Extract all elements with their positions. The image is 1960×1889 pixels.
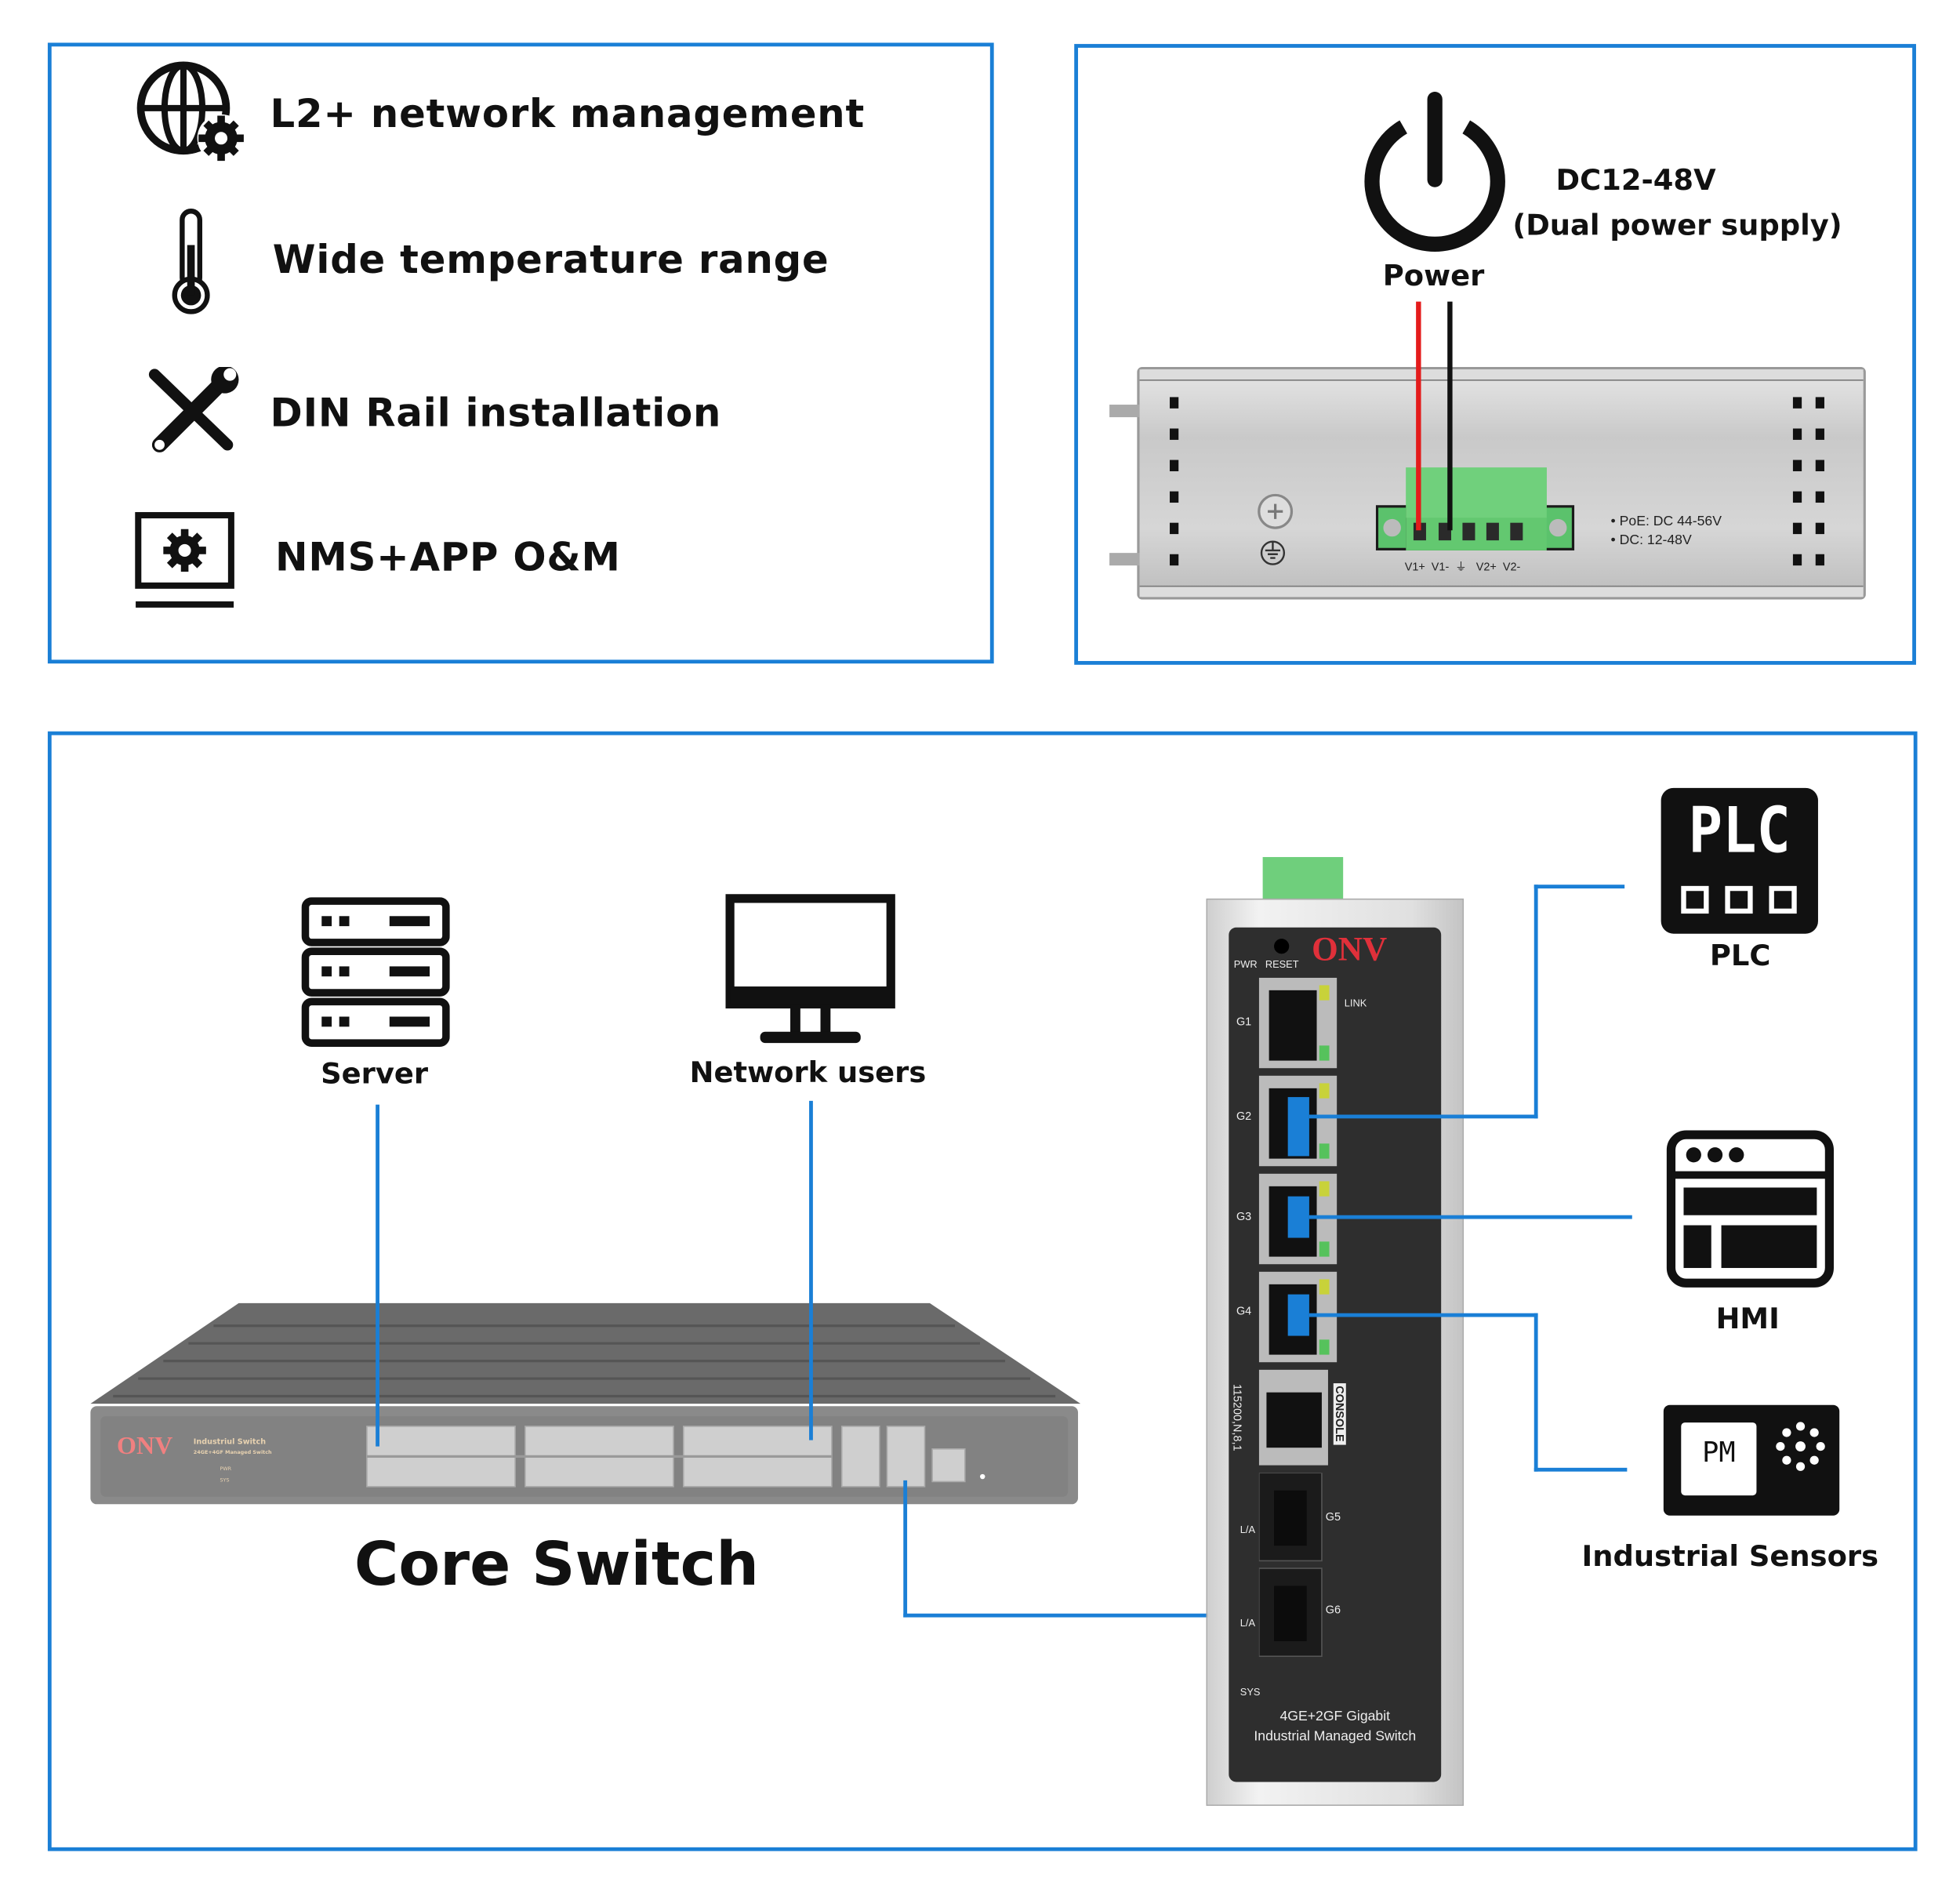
hmi-icon: [1666, 1130, 1834, 1288]
core-switch-label: Core Switch: [354, 1529, 760, 1600]
server-link: [376, 1104, 379, 1447]
terminal-v2-plus: V2+: [1475, 560, 1497, 573]
plc-label: PLC: [1709, 939, 1771, 973]
users-link: [809, 1100, 813, 1440]
plc-icon: PLC: [1661, 787, 1818, 934]
spec-poe: • PoE: DC 44-56V: [1610, 514, 1722, 529]
plc-icon-text: PLC: [1688, 794, 1791, 867]
globe-gear-icon: [136, 61, 245, 162]
spec-poe-text: PoE: DC 44-56V: [1619, 514, 1722, 529]
port-g1-label: G1: [1236, 1015, 1252, 1028]
dual-supply-label: (Dual power supply): [1512, 209, 1842, 243]
device-model-line2: Industrial Managed Switch: [1254, 1729, 1417, 1745]
sensor-link-h2: [1534, 1467, 1628, 1472]
hmi-label: HMI: [1715, 1302, 1780, 1336]
reset-label: RESET: [1265, 958, 1299, 971]
spec-dc: • DC: 12-48V: [1610, 532, 1692, 548]
core-switch-brand: ONV: [117, 1432, 173, 1461]
port-g5-label: G5: [1325, 1510, 1341, 1524]
port-g3-label: G3: [1236, 1210, 1252, 1223]
mount-screw: [1109, 553, 1140, 566]
server-icon: [301, 897, 450, 1047]
hmi-link: [1308, 1215, 1632, 1219]
core-switch-title: Industriul Switch: [193, 1437, 267, 1447]
reset-button: [1274, 939, 1290, 954]
red-wire: [1416, 301, 1421, 531]
sfp-ports: [1258, 1473, 1323, 1658]
terminal-v1-plus: V1+: [1404, 560, 1425, 573]
network-users-label: Network users: [689, 1056, 927, 1090]
monitor-icon: [725, 894, 895, 1044]
core-switch-led-pwr: PWR: [220, 1465, 232, 1472]
terminal-block: [1375, 467, 1575, 550]
core-switch-led-sys: SYS: [220, 1477, 230, 1484]
plc-link-h1: [1308, 1114, 1538, 1119]
power-icon: [1364, 91, 1505, 252]
g6-la-label: L/A: [1240, 1617, 1256, 1629]
device-brand: ONV: [1312, 929, 1388, 968]
port-g2-label: G2: [1236, 1110, 1252, 1123]
port-g4-label: G4: [1236, 1304, 1252, 1317]
g5-la-label: L/A: [1240, 1524, 1256, 1536]
pwr-label: PWR: [1233, 958, 1258, 971]
terminal-v1-minus: V1-: [1431, 560, 1450, 573]
g3-cable: [1287, 1196, 1309, 1238]
power-label: Power: [1382, 260, 1485, 293]
black-wire: [1447, 301, 1453, 531]
g2-cable: [1287, 1097, 1309, 1157]
voltage-label: DC12-48V: [1555, 164, 1716, 198]
feature-network-management: L2+ network management: [270, 91, 866, 137]
feature-din-rail: DIN Rail installation: [270, 391, 722, 437]
link-label: LINK: [1344, 997, 1367, 1009]
sys-label: SYS: [1240, 1686, 1261, 1698]
baud-label: 115200,N,8,1: [1231, 1383, 1244, 1451]
server-label: Server: [321, 1058, 429, 1092]
plc-link-h2: [1534, 885, 1625, 889]
sensor-link-h1: [1308, 1313, 1538, 1317]
thermometer-icon: [172, 209, 210, 314]
mount-screw: [1109, 405, 1140, 418]
sensor-icon-text: PM: [1702, 1437, 1736, 1469]
feature-temperature-range: Wide temperature range: [272, 237, 829, 283]
g4-cable: [1287, 1294, 1309, 1336]
sensor-icon: PM: [1663, 1404, 1840, 1516]
port-g6-label: G6: [1325, 1603, 1341, 1616]
uplink-vertical: [903, 1480, 908, 1618]
device-model-line1: 4GE+2GF Gigabit: [1279, 1709, 1391, 1724]
laptop-gear-icon: [135, 512, 234, 608]
din-terminal-top: [1262, 856, 1344, 900]
console-label: CONSOLE: [1333, 1383, 1346, 1444]
spec-dc-text: DC: 12-48V: [1619, 532, 1692, 548]
ground-screw-icon: [1258, 493, 1294, 565]
terminal-v2-minus: V2-: [1502, 560, 1521, 573]
sensor-link-v: [1534, 1313, 1538, 1472]
core-switch-model: 24GE+4GF Managed Switch: [193, 1448, 272, 1455]
terminal-labels: V1+ V1- ⏚ V2+ V2-: [1404, 560, 1521, 573]
plc-link-v: [1534, 885, 1538, 1119]
industrial-sensors-label: Industrial Sensors: [1581, 1540, 1879, 1574]
feature-nms-app: NMS+APP O&M: [274, 535, 621, 581]
tools-icon: [148, 366, 239, 452]
core-switch-device: [90, 1302, 1081, 1505]
